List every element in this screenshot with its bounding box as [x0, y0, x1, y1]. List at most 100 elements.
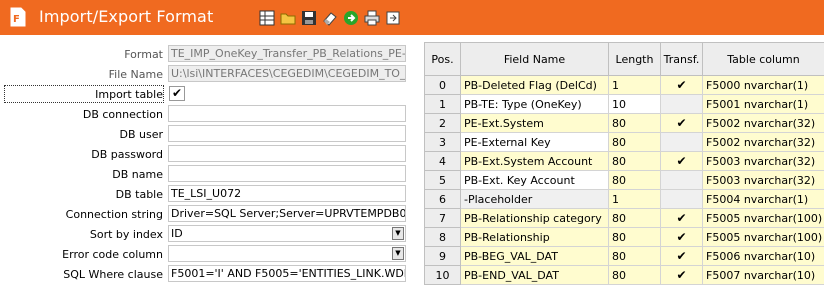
column-header-length[interactable]: Length	[609, 43, 661, 76]
grid-header-row: Pos. Field Name Length Transf. Table col…	[425, 43, 824, 76]
table-column-cell[interactable]: F5001 nvarchar(1)	[703, 95, 824, 114]
table-row[interactable]: 7 PB-Relationship category 80 ✔ F5005 nv…	[425, 209, 824, 228]
row-pos: 3	[425, 133, 461, 152]
row-pos: 1	[425, 95, 461, 114]
transf-cell[interactable]	[661, 133, 703, 152]
app-format-icon: F	[7, 6, 29, 28]
table-column-cell[interactable]: F5002 nvarchar(32)	[703, 133, 824, 152]
table-column-cell[interactable]: F5006 nvarchar(10)	[703, 247, 824, 266]
table-column-cell[interactable]: F5003 nvarchar(32)	[703, 152, 824, 171]
length-cell[interactable]: 1	[609, 76, 661, 95]
row-pos: 4	[425, 152, 461, 171]
table-column-cell[interactable]: F5005 nvarchar(100)	[703, 209, 824, 228]
column-header-field-name[interactable]: Field Name	[461, 43, 609, 76]
transf-cell[interactable]: ✔	[661, 247, 703, 266]
transf-cell[interactable]	[661, 190, 703, 209]
export-icon[interactable]	[384, 9, 402, 27]
length-cell[interactable]: 80	[609, 209, 661, 228]
table-row[interactable]: 6 -Placeholder 1 F5004 nvarchar(1)	[425, 190, 824, 209]
field-name-cell[interactable]: PE-External Key	[461, 133, 609, 152]
field-name-cell[interactable]: PB-Relationship	[461, 228, 609, 247]
length-cell[interactable]: 10	[609, 95, 661, 114]
db-table-row: DB table TE_LSI_U072	[0, 185, 418, 204]
transf-cell[interactable]: ✔	[661, 114, 703, 133]
length-cell[interactable]: 80	[609, 133, 661, 152]
column-header-pos[interactable]: Pos.	[425, 43, 461, 76]
eraser-icon[interactable]	[321, 9, 339, 27]
transf-cell[interactable]: ✔	[661, 76, 703, 95]
open-folder-icon[interactable]	[279, 9, 297, 27]
table-row[interactable]: 2 PE-Ext.System 80 ✔ F5002 nvarchar(32)	[425, 114, 824, 133]
length-cell[interactable]: 80	[609, 228, 661, 247]
length-cell[interactable]: 80	[609, 152, 661, 171]
connection-string-field[interactable]: Driver=SQL Server;Server=UPRVTEMPDB01;Da…	[168, 205, 406, 222]
db-name-row: DB name	[0, 165, 418, 184]
error-code-column-select[interactable]: ▼	[168, 245, 406, 262]
table-row[interactable]: 3 PE-External Key 80 F5002 nvarchar(32)	[425, 133, 824, 152]
transf-cell[interactable]: ✔	[661, 152, 703, 171]
db-name-field[interactable]	[168, 165, 406, 182]
table-row[interactable]: 4 PB-Ext.System Account 80 ✔ F5003 nvarc…	[425, 152, 824, 171]
error-code-column-row: Error code column ▼	[0, 245, 418, 264]
connection-string-row: Connection string Driver=SQL Server;Serv…	[0, 205, 418, 224]
row-pos: 7	[425, 209, 461, 228]
field-name-cell[interactable]: -Placeholder	[461, 190, 609, 209]
grid-icon[interactable]	[258, 9, 276, 27]
length-cell[interactable]: 80	[609, 114, 661, 133]
column-header-transf[interactable]: Transf.	[661, 43, 703, 76]
chevron-down-icon[interactable]: ▼	[392, 227, 404, 240]
field-mapping-grid: Pos. Field Name Length Transf. Table col…	[424, 42, 824, 285]
column-header-table-column[interactable]: Table column	[703, 43, 824, 76]
db-table-field[interactable]: TE_LSI_U072	[168, 185, 406, 202]
table-row[interactable]: 8 PB-Relationship 80 ✔ F5005 nvarchar(10…	[425, 228, 824, 247]
save-icon[interactable]	[300, 9, 318, 27]
file-name-row: File Name U:\lsi\INTERFACES\CEGEDIM\CEGE…	[0, 65, 418, 84]
table-row[interactable]: 5 PB-Ext. Key Account 80 F5003 nvarchar(…	[425, 171, 824, 190]
row-pos: 0	[425, 76, 461, 95]
sort-by-index-select[interactable]: ID ▼	[168, 225, 406, 242]
table-column-cell[interactable]: F5004 nvarchar(1)	[703, 190, 824, 209]
transf-cell[interactable]: ✔	[661, 209, 703, 228]
field-name-cell[interactable]: PE-Ext.System	[461, 114, 609, 133]
table-row[interactable]: 0 PB-Deleted Flag (DelCd) 1 ✔ F5000 nvar…	[425, 76, 824, 95]
db-user-field[interactable]	[168, 125, 406, 142]
table-column-cell[interactable]: F5002 nvarchar(32)	[703, 114, 824, 133]
chevron-down-icon[interactable]: ▼	[392, 247, 404, 260]
file-name-field[interactable]: U:\lsi\INTERFACES\CEGEDIM\CEGEDIM_TO_CRM	[168, 65, 406, 82]
svg-text:F: F	[13, 14, 20, 25]
length-cell[interactable]: 80	[609, 171, 661, 190]
row-pos: 2	[425, 114, 461, 133]
print-icon[interactable]	[363, 9, 381, 27]
field-name-cell[interactable]: PB-Ext.System Account	[461, 152, 609, 171]
table-row[interactable]: 9 PB-BEG_VAL_DAT 80 ✔ F5006 nvarchar(10)	[425, 247, 824, 266]
transf-cell[interactable]	[661, 95, 703, 114]
db-connection-field[interactable]	[168, 105, 406, 122]
db-table-label: DB table	[116, 188, 163, 201]
field-name-cell[interactable]: PB-Ext. Key Account	[461, 171, 609, 190]
db-user-row: DB user	[0, 125, 418, 144]
field-name-cell[interactable]: PB-Relationship category	[461, 209, 609, 228]
length-cell[interactable]: 1	[609, 190, 661, 209]
length-cell[interactable]: 80	[609, 247, 661, 266]
sql-where-row: SQL Where clause F5001='I' AND F5005='EN…	[0, 265, 418, 284]
table-column-cell[interactable]: F5003 nvarchar(32)	[703, 171, 824, 190]
field-name-cell[interactable]: PB-TE: Type (OneKey)	[461, 95, 609, 114]
field-name-cell[interactable]: PB-Deleted Flag (DelCd)	[461, 76, 609, 95]
db-password-field[interactable]	[168, 145, 406, 162]
sql-where-field[interactable]: F5001='I' AND F5005='ENTITIES_LINK.WDE.D…	[168, 265, 406, 282]
sort-by-index-row: Sort by index ID ▼	[0, 225, 418, 244]
import-table-checkbox[interactable]: ✔	[169, 86, 185, 101]
field-name-cell[interactable]: PB-BEG_VAL_DAT	[461, 247, 609, 266]
title-bar: F Import/Export Format	[0, 0, 824, 35]
table-row[interactable]: 1 PB-TE: Type (OneKey) 10 F5001 nvarchar…	[425, 95, 824, 114]
window-title: Import/Export Format	[39, 7, 213, 26]
table-column-cell[interactable]: F5000 nvarchar(1)	[703, 76, 824, 95]
format-field[interactable]: TE_IMP_OneKey_Transfer_PB_Relations_PE-P…	[168, 45, 406, 62]
transf-cell[interactable]: ✔	[661, 228, 703, 247]
table-column-cell[interactable]: F5005 nvarchar(100)	[703, 228, 824, 247]
sort-by-index-label: Sort by index	[90, 228, 163, 241]
db-connection-label: DB connection	[83, 108, 163, 121]
db-user-label: DB user	[119, 128, 163, 141]
run-arrow-icon[interactable]	[342, 9, 360, 27]
transf-cell[interactable]	[661, 171, 703, 190]
